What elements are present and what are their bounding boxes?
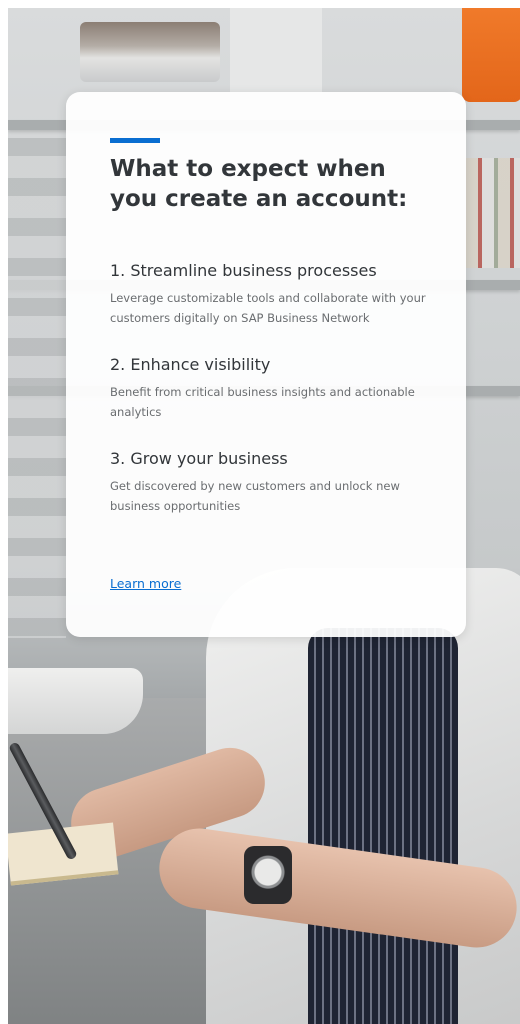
steps-list: 1. Streamline business processes Leverag… — [110, 260, 430, 542]
step-item: 3. Grow your business Get discovered by … — [110, 448, 430, 516]
bottles-shape — [466, 158, 520, 268]
accent-bar — [110, 138, 160, 143]
card-title: What to expect when you create an accoun… — [110, 156, 408, 212]
signup-info-panel: What to expect when you create an accoun… — [0, 0, 520, 1024]
step-description: Get discovered by new customers and unlo… — [110, 479, 400, 513]
step-title: 1. Streamline business processes — [110, 261, 377, 280]
step-title: 2. Enhance visibility — [110, 355, 271, 374]
bucket-shape — [462, 8, 520, 102]
rack-shape — [8, 138, 66, 638]
plate-shape — [8, 668, 143, 734]
step-item: 2. Enhance visibility Benefit from criti… — [110, 354, 430, 422]
watch-shape — [244, 846, 292, 904]
apron-shape — [308, 628, 458, 1024]
container-shape — [230, 8, 322, 92]
pan-shape — [80, 22, 220, 82]
step-item: 1. Streamline business processes Leverag… — [110, 260, 430, 328]
info-card: What to expect when you create an accoun… — [66, 92, 466, 637]
step-description: Leverage customizable tools and collabor… — [110, 291, 426, 325]
step-description: Benefit from critical business insights … — [110, 385, 415, 419]
step-title: 3. Grow your business — [110, 449, 288, 468]
learn-more-link[interactable]: Learn more — [110, 576, 181, 591]
